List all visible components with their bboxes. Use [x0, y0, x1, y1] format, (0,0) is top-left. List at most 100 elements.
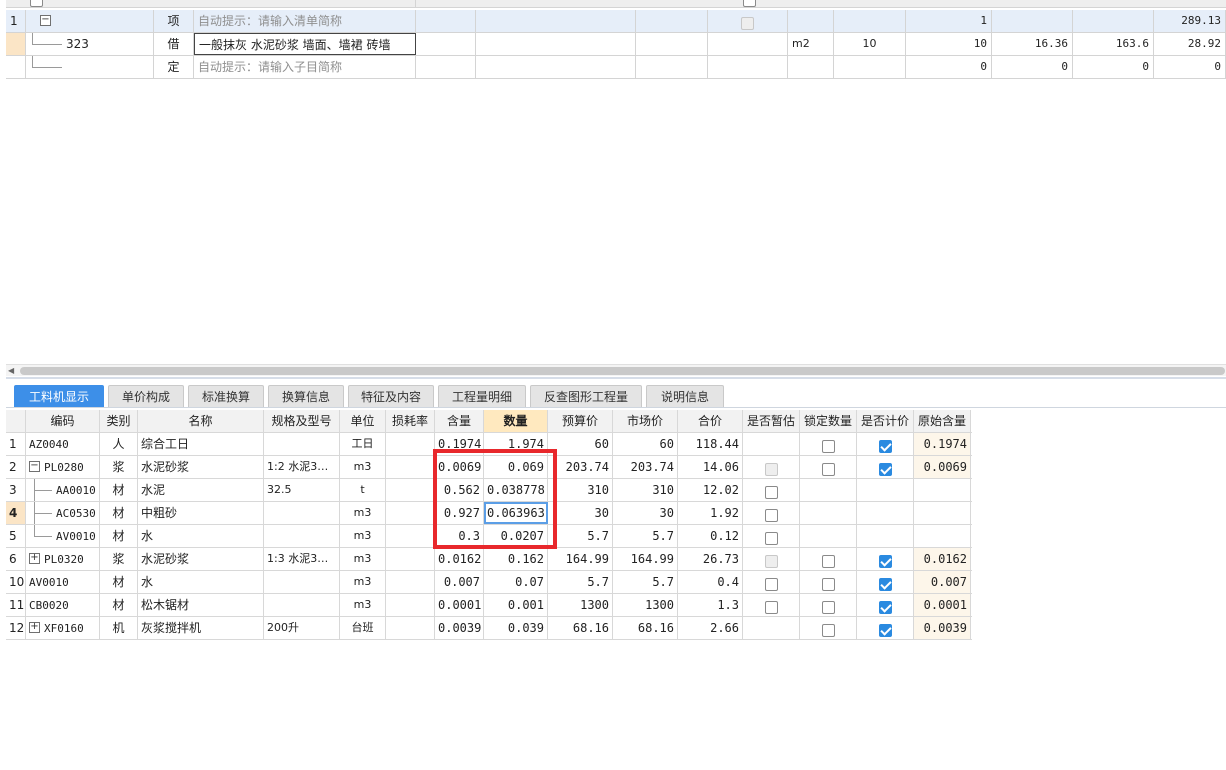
column-header[interactable]: 是否暂估: [743, 410, 800, 432]
original-content-cell[interactable]: 0.0039: [914, 617, 971, 639]
name-cell[interactable]: 水泥: [138, 479, 264, 501]
original-content-cell[interactable]: 0.0069: [914, 456, 971, 478]
content-cell[interactable]: 0.0001: [435, 594, 484, 616]
unit-cell[interactable]: m3: [340, 594, 386, 616]
market-price-cell[interactable]: 5.7: [613, 571, 678, 593]
tab-features[interactable]: 特征及内容: [348, 385, 434, 407]
amount-cell[interactable]: 26.73: [678, 548, 743, 570]
priced-cell[interactable]: [857, 617, 914, 639]
tab-graphic-quantity[interactable]: 反查图形工程量: [530, 385, 642, 407]
name-cell[interactable]: 一般抹灰 水泥砂浆 墙面、墙裙 砖墙: [194, 33, 416, 55]
provisional-cell[interactable]: [743, 502, 800, 524]
code-cell[interactable]: + XF0160: [26, 617, 100, 639]
column-header[interactable]: 单位: [340, 410, 386, 432]
quantity-cell[interactable]: 0.0207: [484, 525, 548, 547]
provisional-cell[interactable]: [743, 479, 800, 501]
table-row[interactable]: 11 CB0020 材松木锯材 m3 0.0001 0.001 1300 1300 1.3 0.0…: [6, 594, 972, 617]
amount-cell[interactable]: 1.92: [678, 502, 743, 524]
name-cell[interactable]: 水: [138, 571, 264, 593]
category-cell[interactable]: 机: [100, 617, 138, 639]
horizontal-scrollbar[interactable]: ◀: [6, 364, 1226, 376]
checkbox-icon[interactable]: [878, 577, 892, 591]
category-cell[interactable]: 材: [100, 594, 138, 616]
loss-rate-cell[interactable]: [386, 617, 435, 639]
category-cell[interactable]: 浆: [100, 456, 138, 478]
column-header[interactable]: 名称: [138, 410, 264, 432]
checkbox-icon[interactable]: [821, 462, 835, 476]
unit-cell[interactable]: m3: [340, 548, 386, 570]
table-row[interactable]: 10 AV0010 材水 m3 0.007 0.07 5.7 5.7 0.4 0.007: [6, 571, 972, 594]
amount-cell[interactable]: 0.12: [678, 525, 743, 547]
content-cell[interactable]: 0.0069: [435, 456, 484, 478]
quantity-cell[interactable]: 0.069: [484, 456, 548, 478]
checkbox-icon[interactable]: [743, 0, 756, 7]
loss-rate-cell[interactable]: [386, 433, 435, 455]
checkbox-icon[interactable]: [764, 508, 778, 522]
code-cell[interactable]: AV0010: [26, 571, 100, 593]
unit-cell[interactable]: t: [340, 479, 386, 501]
unit-cell[interactable]: m3: [340, 525, 386, 547]
amount-cell[interactable]: 118.44: [678, 433, 743, 455]
spec-cell[interactable]: [264, 433, 340, 455]
name-cell[interactable]: 水: [138, 525, 264, 547]
loss-rate-cell[interactable]: [386, 548, 435, 570]
checkbox-icon[interactable]: [764, 485, 778, 499]
quantity-cell[interactable]: 1: [906, 10, 992, 32]
column-header[interactable]: 预算价: [548, 410, 613, 432]
table-row-quota[interactable]: 定 自动提示：请输入子目简称 0 0 0 0: [6, 56, 1226, 79]
loss-rate-cell[interactable]: [386, 594, 435, 616]
spec-cell[interactable]: [264, 525, 340, 547]
tab-quantity-details[interactable]: 工程量明细: [438, 385, 526, 407]
collapse-icon[interactable]: −: [29, 461, 40, 472]
unit-cell[interactable]: m3: [340, 456, 386, 478]
budget-price-cell[interactable]: 30: [548, 502, 613, 524]
content-cell[interactable]: 0.1974: [435, 433, 484, 455]
lock-quantity-cell[interactable]: [800, 548, 857, 570]
expand-icon[interactable]: +: [29, 622, 40, 633]
budget-price-cell[interactable]: 60: [548, 433, 613, 455]
table-row-quota[interactable]: 323 借 一般抹灰 水泥砂浆 墙面、墙裙 砖墙 m2 10 10 16.36 …: [6, 33, 1226, 56]
tab-unit-price-composition[interactable]: 单价构成: [108, 385, 184, 407]
unit-cell[interactable]: 工日: [340, 433, 386, 455]
loss-rate-cell[interactable]: [386, 479, 435, 501]
column-header[interactable]: 数量: [484, 410, 548, 432]
priced-cell[interactable]: [857, 594, 914, 616]
category-cell[interactable]: 材: [100, 525, 138, 547]
name-cell[interactable]: 松木锯材: [138, 594, 264, 616]
quantity-cell[interactable]: 0: [906, 56, 992, 78]
quantity-cell[interactable]: 0.001: [484, 594, 548, 616]
quantity-cell[interactable]: 10: [906, 33, 992, 55]
budget-price-cell[interactable]: 310: [548, 479, 613, 501]
unit-cell[interactable]: m3: [340, 571, 386, 593]
loss-rate-cell[interactable]: [386, 502, 435, 524]
quantity-expr-cell[interactable]: 10: [834, 33, 906, 55]
budget-price-cell[interactable]: 203.74: [548, 456, 613, 478]
market-price-cell[interactable]: 164.99: [613, 548, 678, 570]
column-header[interactable]: 是否计价: [857, 410, 914, 432]
priced-cell[interactable]: [857, 433, 914, 455]
checkbox-icon[interactable]: [821, 554, 835, 568]
table-row[interactable]: 5 AV0010 材水 m3 0.3 0.0207 5.7 5.7 0.12: [6, 525, 972, 548]
provisional-cell[interactable]: [743, 456, 800, 478]
quantity-cell[interactable]: 1.974: [484, 433, 548, 455]
content-cell[interactable]: 0.562: [435, 479, 484, 501]
checkbox-icon[interactable]: [821, 577, 835, 591]
lock-quantity-cell[interactable]: [800, 479, 857, 501]
amount-cell[interactable]: 12.02: [678, 479, 743, 501]
checkbox-icon[interactable]: [878, 554, 892, 568]
budget-price-cell[interactable]: 5.7: [548, 525, 613, 547]
category-cell[interactable]: 浆: [100, 548, 138, 570]
budget-price-cell[interactable]: 68.16: [548, 617, 613, 639]
column-header[interactable]: 规格及型号: [264, 410, 340, 432]
code-cell[interactable]: AZ0040: [26, 433, 100, 455]
name-cell[interactable]: 自动提示：请输入清单简称: [194, 10, 416, 32]
content-cell[interactable]: 0.0162: [435, 548, 484, 570]
content-cell[interactable]: 0.0039: [435, 617, 484, 639]
name-cell[interactable]: 水泥砂浆: [138, 548, 264, 570]
name-cell[interactable]: 自动提示：请输入子目简称: [194, 56, 416, 78]
priced-cell[interactable]: [857, 571, 914, 593]
content-cell[interactable]: 0.3: [435, 525, 484, 547]
spec-cell[interactable]: [264, 571, 340, 593]
lock-quantity-cell[interactable]: [800, 571, 857, 593]
name-cell[interactable]: 灰浆搅拌机: [138, 617, 264, 639]
